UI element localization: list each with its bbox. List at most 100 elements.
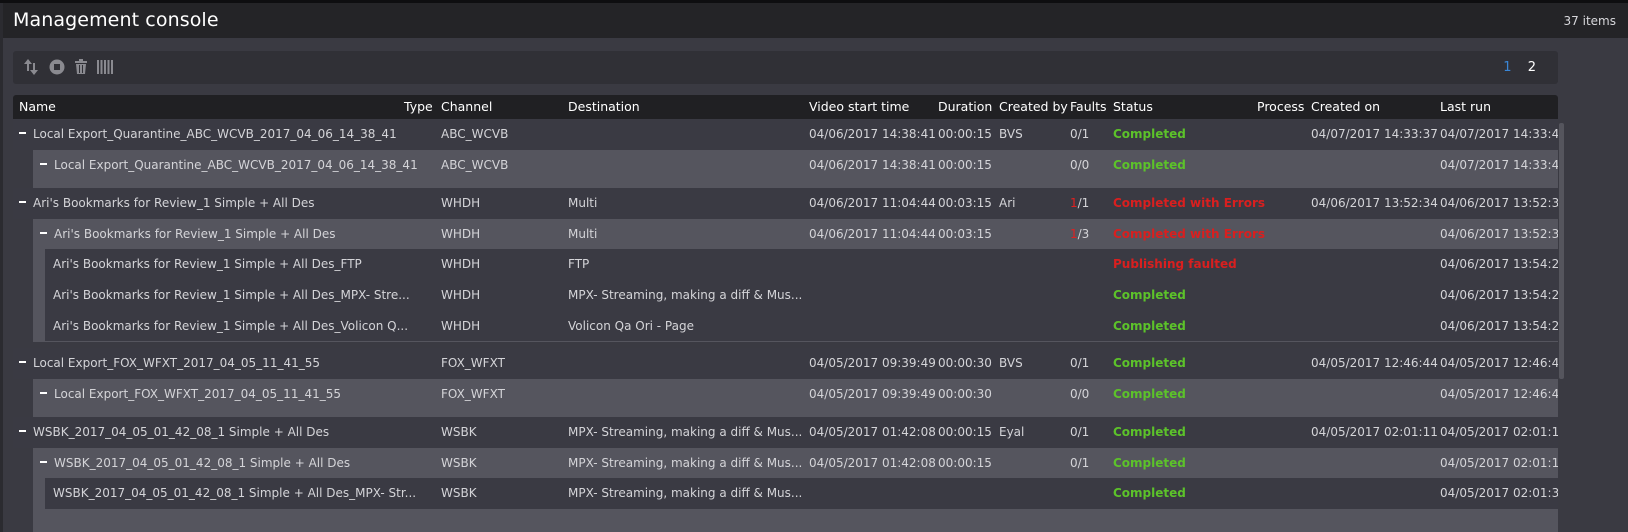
row-faults: 1/1 xyxy=(1070,196,1089,210)
row-name-cell: Local Export_Quarantine_ABC_WCVB_2017_04… xyxy=(19,127,397,141)
column-header-type[interactable]: Type xyxy=(404,99,433,114)
status-badge: Completed xyxy=(1113,127,1186,141)
column-header-faults[interactable]: Faults xyxy=(1070,99,1107,114)
row-last-run: 04/05/2017 12:46:45 xyxy=(1440,387,1558,401)
row-created-on: 04/05/2017 02:01:11 xyxy=(1311,425,1438,439)
row-name-cell: WSBK_2017_04_05_01_42_08_1 Simple + All … xyxy=(53,486,416,500)
scrollbar-thumb[interactable] xyxy=(1559,123,1564,379)
row-last-run: 04/05/2017 02:01:14 xyxy=(1440,456,1558,470)
collapse-toggle-icon[interactable] xyxy=(19,131,26,134)
faults-total: /1 xyxy=(1077,127,1090,141)
table-row[interactable]: WSBK_2017_04_05_01_42_08_1 Simple + All … xyxy=(13,448,1558,479)
row-destination: MPX- Streaming, making a diff & Mus... xyxy=(568,486,803,500)
row-created-by: Eyal xyxy=(999,425,1025,439)
row-video-start: 04/06/2017 14:38:41 xyxy=(809,158,936,172)
row-name: WSBK_2017_04_05_01_42_08_1 Simple + All … xyxy=(54,456,351,470)
row-destination: MPX- Streaming, making a diff & Mus... xyxy=(568,456,803,470)
window-left-edge xyxy=(0,3,3,532)
columns-icon[interactable] xyxy=(96,58,114,76)
faults-count: 1 xyxy=(1070,227,1078,241)
row-video-start: 04/06/2017 11:04:44 xyxy=(809,227,936,241)
row-video-start: 04/05/2017 01:42:08 xyxy=(809,456,936,470)
row-video-start: 04/06/2017 14:38:41 xyxy=(809,127,936,141)
column-header-last-run[interactable]: Last run xyxy=(1440,99,1491,114)
toolbar: 1 2 xyxy=(13,51,1558,84)
row-created-by: BVS xyxy=(999,127,1023,141)
row-last-run: 04/05/2017 02:01:14 xyxy=(1440,425,1558,439)
row-channel: WSBK xyxy=(441,425,477,439)
row-name-cell: WSBK_2017_04_05_01_42_08_1 Simple + All … xyxy=(19,425,329,439)
row-name-cell: Ari's Bookmarks for Review_1 Simple + Al… xyxy=(53,288,410,302)
page-1-link[interactable]: 1 xyxy=(1503,60,1511,75)
row-channel: WHDH xyxy=(441,196,481,210)
table-row[interactable]: Local Export_FOX_WFXT_2017_04_05_11_41_5… xyxy=(13,379,1558,410)
collapse-toggle-icon[interactable] xyxy=(40,391,47,394)
faults-total: /3 xyxy=(1077,227,1090,241)
stop-icon[interactable] xyxy=(48,58,66,76)
column-header-process[interactable]: Process xyxy=(1257,99,1304,114)
collapse-toggle-icon[interactable] xyxy=(19,429,26,432)
faults-total: /1 xyxy=(1077,425,1090,439)
row-name-cell: Local Export_FOX_WFXT_2017_04_05_11_41_5… xyxy=(40,387,341,401)
row-name: Ari's Bookmarks for Review_1 Simple + Al… xyxy=(54,227,336,241)
row-name-cell: Ari's Bookmarks for Review_1 Simple + Al… xyxy=(53,257,362,271)
status-badge: Publishing faulted xyxy=(1113,257,1237,271)
item-count: 37 items xyxy=(1563,14,1616,28)
table-row[interactable]: Ari's Bookmarks for Review_1 Simple + Al… xyxy=(13,280,1558,311)
row-name-cell: Local Export_Quarantine_ABC_WCVB_2017_04… xyxy=(40,158,418,172)
column-header-created-on[interactable]: Created on xyxy=(1311,99,1380,114)
column-header-destination[interactable]: Destination xyxy=(568,99,640,114)
collapse-toggle-icon[interactable] xyxy=(40,162,47,165)
table-row[interactable]: Ari's Bookmarks for Review_1 Simple + Al… xyxy=(13,311,1558,342)
row-destination: Multi xyxy=(568,227,598,241)
column-header-video-start[interactable]: Video start time xyxy=(809,99,909,114)
table-row[interactable]: Ari's Bookmarks for Review_1 Simple + Al… xyxy=(13,219,1558,250)
row-name: Ari's Bookmarks for Review_1 Simple + Al… xyxy=(53,257,362,271)
row-faults: 0/1 xyxy=(1070,356,1089,370)
faults-count: 0 xyxy=(1070,456,1078,470)
row-name: Local Export_Quarantine_ABC_WCVB_2017_04… xyxy=(54,158,418,172)
table-row[interactable]: Ari's Bookmarks for Review_1 Simple + Al… xyxy=(13,249,1558,280)
row-name-cell: Ari's Bookmarks for Review_1 Simple + Al… xyxy=(40,227,336,241)
row-created-by: BVS xyxy=(999,356,1023,370)
row-channel: WSBK xyxy=(441,456,477,470)
row-video-start: 04/05/2017 09:39:49 xyxy=(809,387,936,401)
row-name: Local Export_Quarantine_ABC_WCVB_2017_04… xyxy=(33,127,397,141)
table-row[interactable]: WSBK_2017_04_05_01_42_08_1 Simple + All … xyxy=(13,478,1558,509)
column-header-created-by[interactable]: Created by xyxy=(999,99,1068,114)
row-channel: WSBK xyxy=(441,486,477,500)
column-header-name[interactable]: Name xyxy=(19,99,56,114)
row-destination: FTP xyxy=(568,257,590,271)
table-row[interactable]: WSBK_2017_04_05_01_42_08_1 Simple + All … xyxy=(13,417,1558,448)
table-row[interactable]: Local Export_FOX_WFXT_2017_04_05_11_41_5… xyxy=(13,348,1558,379)
row-duration: 00:00:15 xyxy=(938,158,992,172)
collapse-toggle-icon[interactable] xyxy=(19,360,26,363)
row-faults: 0/1 xyxy=(1070,456,1089,470)
row-destination: MPX- Streaming, making a diff & Mus... xyxy=(568,425,803,439)
collapse-toggle-icon[interactable] xyxy=(19,200,26,203)
column-header-channel[interactable]: Channel xyxy=(441,99,492,114)
faults-total: /1 xyxy=(1077,356,1090,370)
row-last-run: 04/06/2017 13:52:37 xyxy=(1440,196,1558,210)
faults-count: 1 xyxy=(1070,196,1078,210)
pagination: 1 2 xyxy=(1491,60,1536,75)
row-destination: Multi xyxy=(568,196,598,210)
trash-icon[interactable] xyxy=(72,58,90,76)
collapse-toggle-icon[interactable] xyxy=(40,460,47,463)
row-created-by: Ari xyxy=(999,196,1016,210)
collapse-toggle-icon[interactable] xyxy=(40,231,47,234)
column-header-duration[interactable]: Duration xyxy=(938,99,992,114)
row-channel: WHDH xyxy=(441,288,481,302)
table-row[interactable]: Ari's Bookmarks for Review_1 Simple + Al… xyxy=(13,188,1558,219)
row-name: Local Export_FOX_WFXT_2017_04_05_11_41_5… xyxy=(33,356,320,370)
row-faults: 0/1 xyxy=(1070,425,1089,439)
page-2-link[interactable]: 2 xyxy=(1528,60,1536,75)
row-name: Ari's Bookmarks for Review_1 Simple + Al… xyxy=(33,196,315,210)
row-channel: WHDH xyxy=(441,319,481,333)
sort-arrows-icon[interactable] xyxy=(22,58,40,76)
table-row[interactable]: Local Export_Quarantine_ABC_WCVB_2017_04… xyxy=(13,119,1558,150)
status-badge: Completed with Errors xyxy=(1113,227,1266,241)
row-duration: 00:00:15 xyxy=(938,456,992,470)
column-header-status[interactable]: Status xyxy=(1113,99,1153,114)
table-row[interactable]: Local Export_Quarantine_ABC_WCVB_2017_04… xyxy=(13,150,1558,181)
